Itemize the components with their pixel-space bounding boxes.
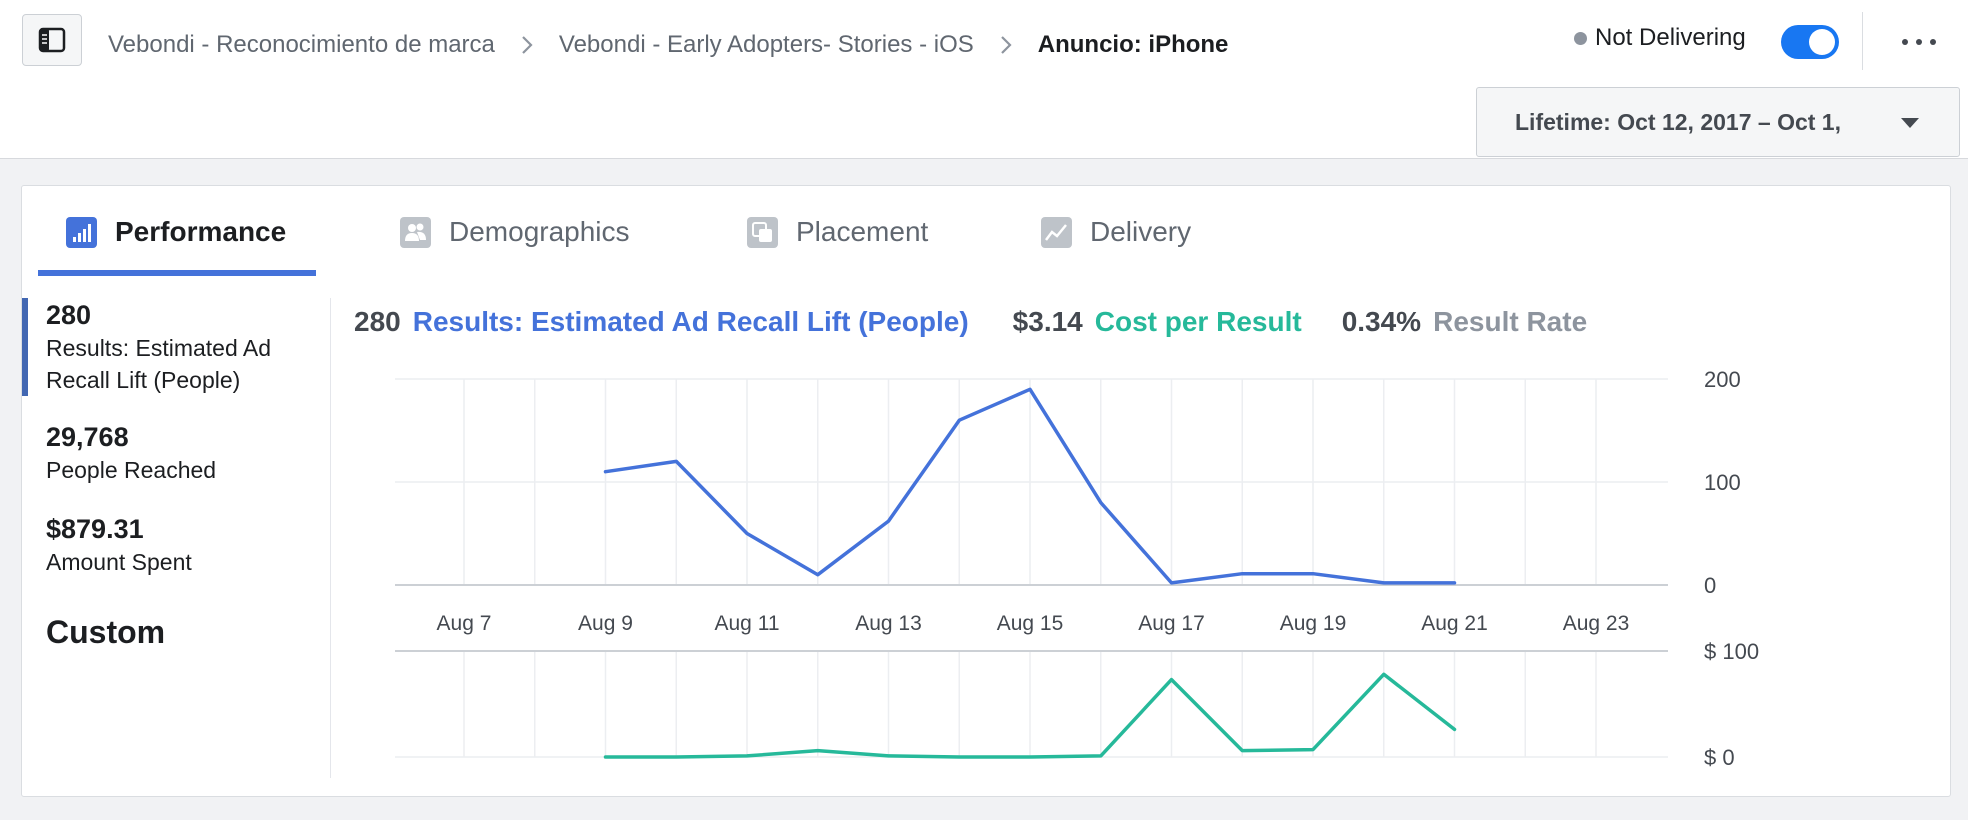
custom-metrics-link[interactable]: Custom bbox=[46, 614, 165, 651]
insights-card: Performance Demographics Placement Deliv… bbox=[21, 185, 1951, 797]
sidebar-panel-icon bbox=[38, 27, 66, 53]
divider bbox=[1862, 12, 1863, 70]
chevron-right-icon bbox=[1000, 36, 1012, 54]
summary-results-value: 280 bbox=[354, 306, 401, 337]
sidebar-toggle-button[interactable] bbox=[22, 14, 82, 66]
date-range-label: Lifetime: Oct 12, 2017 – Oct 1, bbox=[1515, 108, 1841, 135]
breadcrumb-adset[interactable]: Vebondi - Early Adopters- Stories - iOS bbox=[559, 31, 974, 59]
delivery-status-label: Not Delivering bbox=[1595, 24, 1746, 51]
toggle-knob bbox=[1809, 29, 1835, 55]
tab-demographics[interactable]: Demographics bbox=[400, 204, 630, 260]
caret-down-icon bbox=[1901, 118, 1919, 128]
placement-icon bbox=[747, 216, 778, 248]
bar-chart-icon bbox=[66, 216, 97, 248]
active-tab-indicator bbox=[38, 270, 316, 276]
tab-placement[interactable]: Placement bbox=[747, 204, 928, 260]
metric-people-reached[interactable]: 29,768 People Reached bbox=[22, 420, 322, 486]
tab-label: Demographics bbox=[449, 216, 630, 247]
metric-label: Amount Spent bbox=[46, 549, 192, 575]
breadcrumb: Vebondi - Reconocimiento de marca Vebond… bbox=[108, 28, 1228, 62]
date-range-selector[interactable]: Lifetime: Oct 12, 2017 – Oct 1, bbox=[1476, 87, 1960, 157]
tab-performance[interactable]: Performance bbox=[66, 204, 286, 260]
summary-rate-label[interactable]: Result Rate bbox=[1433, 306, 1587, 338]
tab-bar: Performance Demographics Placement Deliv… bbox=[22, 186, 1950, 278]
metrics-list: 280 Results: Estimated Ad Recall Lift (P… bbox=[22, 298, 331, 778]
tab-label: Performance bbox=[115, 216, 287, 247]
summary-cost-label[interactable]: Cost per Result bbox=[1095, 306, 1302, 338]
tab-label: Delivery bbox=[1090, 216, 1192, 247]
status-dot-icon bbox=[1574, 31, 1587, 45]
tab-label: Placement bbox=[796, 216, 929, 247]
metric-amount-spent[interactable]: $879.31 Amount Spent bbox=[22, 512, 322, 578]
line-chart-icon bbox=[1041, 216, 1072, 248]
tab-delivery[interactable]: Delivery bbox=[1041, 204, 1191, 260]
delivery-status: Not Delivering bbox=[1574, 24, 1746, 52]
people-icon bbox=[400, 216, 431, 248]
summary-row: 280 Results: Estimated Ad Recall Lift (P… bbox=[354, 306, 1587, 338]
metric-value: 29,768 bbox=[46, 422, 129, 452]
summary-results-label[interactable]: Results: Estimated Ad Recall Lift (Peopl… bbox=[413, 306, 969, 338]
breadcrumb-ad: Anuncio: iPhone bbox=[1037, 31, 1229, 58]
chevron-right-icon bbox=[522, 36, 533, 54]
metric-value: 280 bbox=[46, 300, 92, 330]
more-options-icon[interactable] bbox=[1902, 30, 1936, 54]
metric-label: People Reached bbox=[46, 457, 217, 483]
breadcrumb-campaign[interactable]: Vebondi - Reconocimiento de marca bbox=[108, 31, 495, 59]
metric-label: Results: Estimated Ad Recall Lift (Peopl… bbox=[46, 335, 271, 393]
delivery-toggle[interactable] bbox=[1781, 25, 1839, 59]
summary-rate-value: 0.34% bbox=[1341, 306, 1422, 337]
metric-value: $879.31 bbox=[46, 514, 144, 544]
summary-cost-value: $3.14 bbox=[1012, 306, 1083, 337]
top-bar: Vebondi - Reconocimiento de marca Vebond… bbox=[0, 0, 1968, 159]
metric-results[interactable]: 280 Results: Estimated Ad Recall Lift (P… bbox=[22, 298, 322, 396]
